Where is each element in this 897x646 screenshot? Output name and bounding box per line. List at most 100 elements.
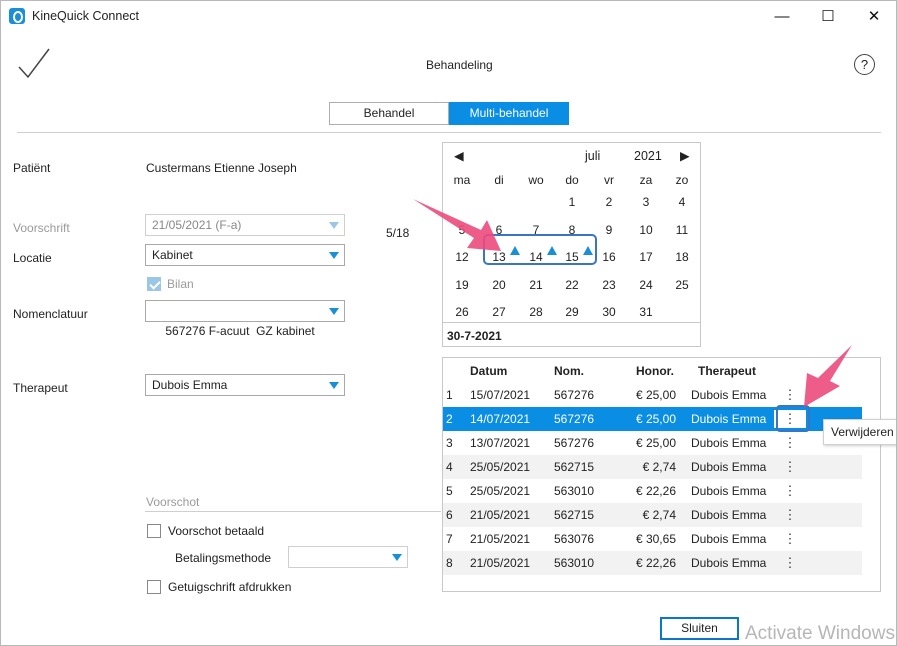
nomenclatuur-label: Nomenclatuur <box>13 307 88 321</box>
table-row[interactable]: 8 21/05/2021 563010 € 22,26 Dubois Emma ⋮ <box>443 551 862 575</box>
row-menu-icon[interactable]: ⋮ <box>774 482 806 500</box>
column-header-nom[interactable]: Nom. <box>554 364 584 378</box>
header-divider <box>17 132 881 133</box>
voorschot-betaald-checkbox[interactable] <box>147 524 161 538</box>
calendar-day[interactable]: 24 <box>631 278 661 292</box>
row-menu-icon[interactable]: ⋮ <box>774 554 806 572</box>
cell-honor: € 2,74 <box>642 508 676 522</box>
sluiten-button[interactable]: Sluiten <box>660 617 739 640</box>
minimize-button[interactable]: — <box>759 1 805 31</box>
cell-honor: € 25,00 <box>635 436 676 450</box>
calendar-day[interactable]: 21 <box>521 278 551 292</box>
table-row[interactable]: 1 15/07/2021 567276 € 25,00 Dubois Emma ⋮ <box>443 383 862 407</box>
cell-honor: € 22,26 <box>635 556 676 570</box>
close-button[interactable]: ✕ <box>851 1 896 31</box>
calendar-day[interactable]: 22 <box>557 278 587 292</box>
column-header-therapeut[interactable]: Therapeut <box>698 364 756 378</box>
table-row[interactable]: 3 13/07/2021 567276 € 25,00 Dubois Emma ⋮ <box>443 431 862 455</box>
cell-honor: € 25,00 <box>635 388 676 402</box>
cell-honor: € 25,00 <box>635 412 676 426</box>
voorschrift-value: 21/05/2021 (F-a) <box>152 218 242 232</box>
patient-name: Custermans Etienne Joseph <box>146 161 297 175</box>
calendar-day[interactable]: 5 <box>447 223 477 237</box>
calendar-day[interactable]: 23 <box>594 278 624 292</box>
cell-honor: € 30,65 <box>635 532 676 546</box>
bilan-checkbox <box>147 277 161 291</box>
calendar-day[interactable]: 20 <box>484 278 514 292</box>
maximize-button[interactable]: ☐ <box>805 1 851 31</box>
cell-therapeut: Dubois Emma <box>691 460 767 474</box>
calendar-day[interactable]: 11 <box>667 223 697 237</box>
nomenclatuur-value: 567276 F-acuut GZ kabinet <box>165 324 315 338</box>
row-number: 6 <box>446 508 453 522</box>
cell-nom: 567276 <box>554 388 595 402</box>
prev-month-icon[interactable]: ◀ <box>454 148 464 163</box>
row-menu-icon[interactable]: ⋮ <box>774 458 806 476</box>
calendar-month[interactable]: juli <box>585 149 600 163</box>
calendar-day[interactable]: 12 <box>447 250 477 264</box>
table-row[interactable]: 6 21/05/2021 562715 € 2,74 Dubois Emma ⋮ <box>443 503 862 527</box>
calendar-day[interactable]: 28 <box>521 305 551 319</box>
calendar-day[interactable]: 31 <box>631 305 661 319</box>
table-row[interactable]: 5 25/05/2021 563010 € 22,26 Dubois Emma ⋮ <box>443 479 862 503</box>
calendar-day[interactable]: 16 <box>594 250 624 264</box>
calendar-day[interactable]: 27 <box>484 305 514 319</box>
weekday-label: za <box>639 173 653 187</box>
cell-nom: 562715 <box>554 460 595 474</box>
tab-behandel[interactable]: Behandel <box>329 102 449 125</box>
calendar-day[interactable]: 10 <box>631 223 661 237</box>
cell-therapeut: Dubois Emma <box>691 508 767 522</box>
chevron-down-icon <box>329 222 339 229</box>
therapeut-label: Therapeut <box>13 381 68 395</box>
cell-nom: 563010 <box>554 484 595 498</box>
getuigschrift-checkbox[interactable] <box>147 580 161 594</box>
help-button[interactable]: ? <box>854 54 875 75</box>
confirm-checkmark-icon[interactable] <box>17 47 51 79</box>
kebab-highlight <box>776 405 810 432</box>
weekday-label: wo <box>528 173 544 187</box>
cell-therapeut: Dubois Emma <box>691 412 767 426</box>
betalingsmethode-dropdown[interactable] <box>288 546 408 568</box>
row-menu-icon[interactable]: ⋮ <box>774 506 806 524</box>
row-menu-icon[interactable]: ⋮ <box>774 530 806 548</box>
calendar-year[interactable]: 2021 <box>634 149 662 163</box>
column-header-datum[interactable]: Datum <box>470 364 507 378</box>
calendar-day[interactable]: 1 <box>557 195 587 209</box>
locatie-label: Locatie <box>13 251 52 265</box>
calendar-day[interactable]: 18 <box>667 250 697 264</box>
voorschrift-dropdown: 21/05/2021 (F-a) <box>145 214 345 236</box>
calendar-day[interactable]: 17 <box>631 250 661 264</box>
cell-datum: 14/07/2021 <box>470 412 531 426</box>
calendar-day[interactable]: 25 <box>667 278 697 292</box>
calendar-day[interactable]: 19 <box>447 278 477 292</box>
calendar-day[interactable]: 9 <box>594 223 624 237</box>
calendar-day[interactable]: 29 <box>557 305 587 319</box>
locatie-dropdown[interactable]: Kabinet <box>145 244 345 266</box>
table-row[interactable]: 4 25/05/2021 562715 € 2,74 Dubois Emma ⋮ <box>443 455 862 479</box>
context-menu-delete[interactable]: Verwijderen <box>831 425 894 439</box>
session-counter: 5/18 <box>386 226 410 240</box>
cell-datum: 25/05/2021 <box>470 460 531 474</box>
cell-therapeut: Dubois Emma <box>691 556 767 570</box>
row-number: 3 <box>446 436 453 450</box>
next-month-icon[interactable]: ▶ <box>680 148 690 163</box>
therapeut-dropdown[interactable]: Dubois Emma <box>145 374 345 396</box>
calendar-day[interactable]: 2 <box>594 195 624 209</box>
cell-therapeut: Dubois Emma <box>691 532 767 546</box>
row-menu-icon[interactable]: ⋮ <box>774 434 806 452</box>
cell-therapeut: Dubois Emma <box>691 388 767 402</box>
tab-multi-behandel[interactable]: Multi-behandel <box>449 102 569 125</box>
calendar-day[interactable]: 30 <box>594 305 624 319</box>
calendar-day[interactable]: 4 <box>667 195 697 209</box>
nomenclatuur-dropdown[interactable]: 567276 F-acuut GZ kabinet <box>145 300 345 338</box>
row-menu-icon[interactable]: ⋮ <box>774 386 806 404</box>
cell-datum: 21/05/2021 <box>470 532 531 546</box>
calendar-day[interactable]: 3 <box>631 195 661 209</box>
column-header-honor[interactable]: Honor. <box>636 364 674 378</box>
activate-windows-watermark: Activate Windows <box>745 623 895 644</box>
weekday-label: zo <box>675 173 689 187</box>
calendar-day[interactable]: 26 <box>447 305 477 319</box>
weekday-label: do <box>565 173 579 187</box>
weekday-label: di <box>494 173 504 187</box>
table-row[interactable]: 7 21/05/2021 563076 € 30,65 Dubois Emma ⋮ <box>443 527 862 551</box>
